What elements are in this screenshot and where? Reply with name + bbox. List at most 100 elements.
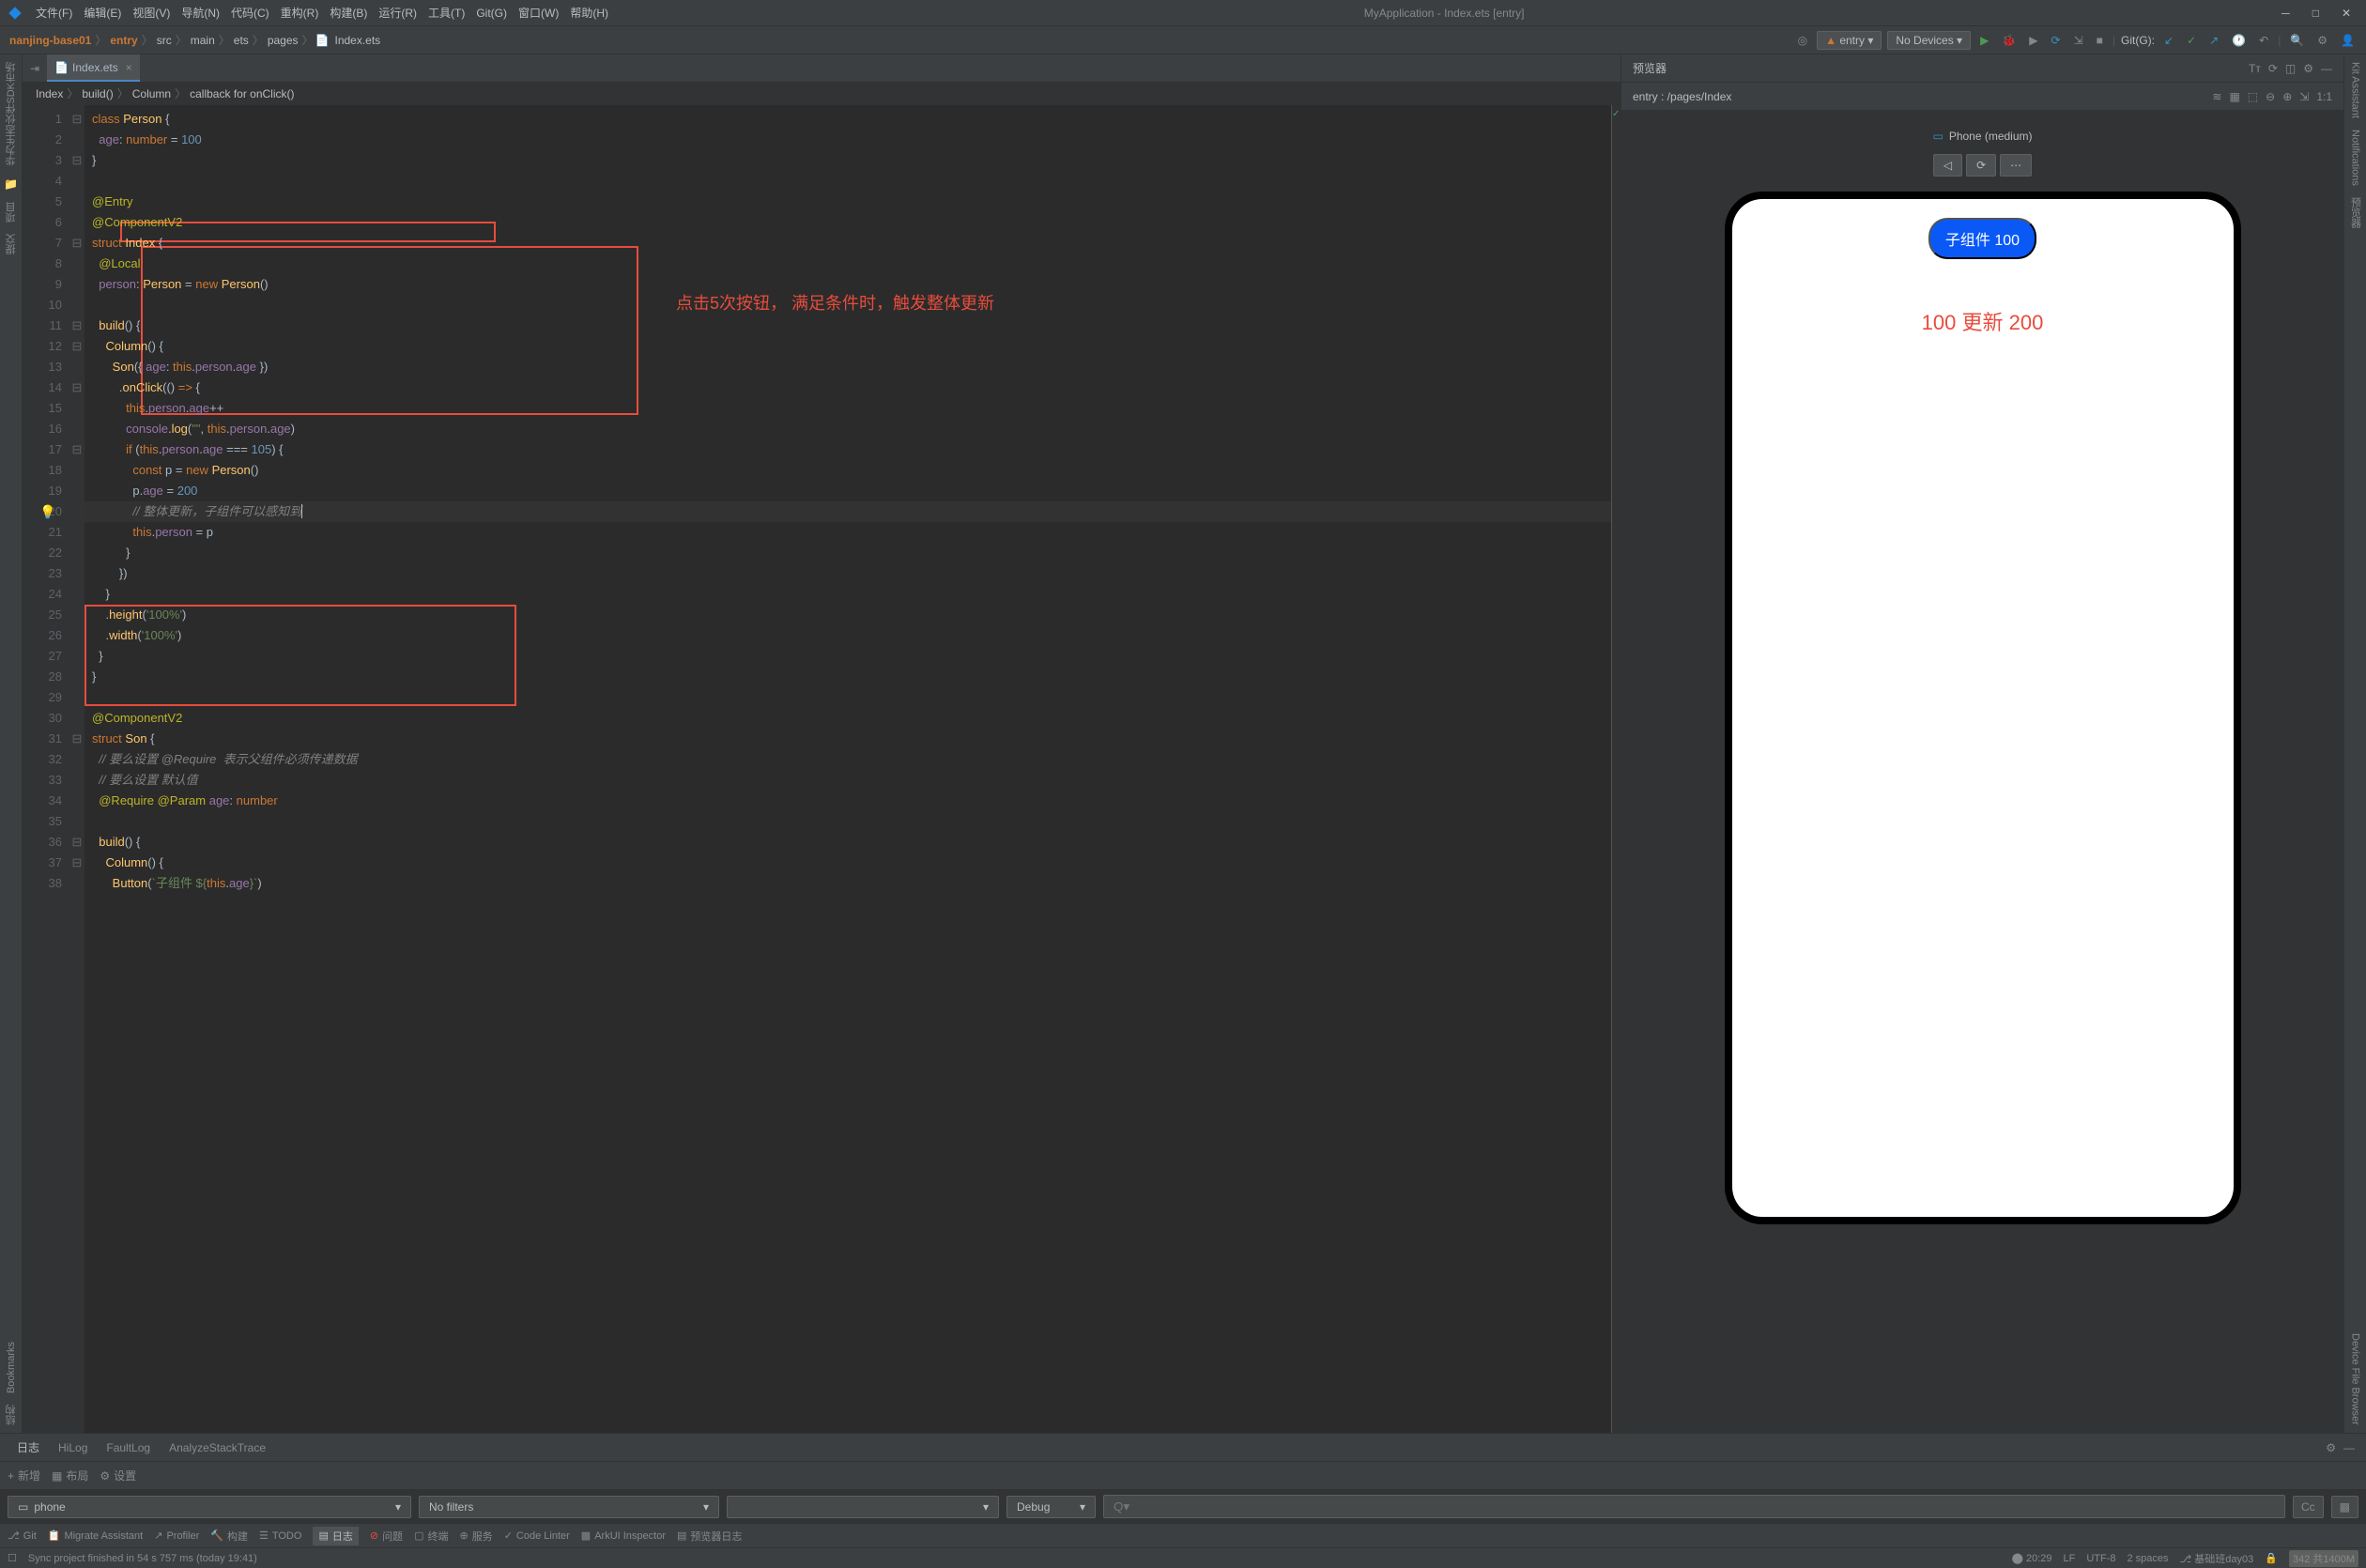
- sidebar-commit[interactable]: 提交: [4, 234, 19, 254]
- maximize-button[interactable]: □: [2305, 7, 2327, 20]
- crop-icon[interactable]: ⬚: [2248, 90, 2258, 103]
- level-dropdown-2[interactable]: ▾: [727, 1496, 999, 1518]
- footer-problems[interactable]: ⊘ 问题: [370, 1529, 403, 1544]
- status-lock-icon[interactable]: 🔒: [2265, 1552, 2278, 1564]
- search-icon[interactable]: 🔍: [2286, 30, 2308, 51]
- case-sensitive-button[interactable]: Cc: [2293, 1496, 2324, 1518]
- regex-button[interactable]: ▩: [2331, 1496, 2358, 1518]
- code-crumb-callback[interactable]: callback for onClick(): [188, 87, 296, 100]
- status-encoding[interactable]: UTF-8: [2086, 1553, 2115, 1564]
- zoom-in-icon[interactable]: ⊕: [2282, 90, 2292, 103]
- more-device-button[interactable]: ⋯: [2000, 154, 2032, 177]
- code-crumb-column[interactable]: Column: [131, 87, 173, 100]
- settings-icon[interactable]: ⚙: [2313, 30, 2331, 51]
- footer-log[interactable]: ▤ 日志: [313, 1527, 358, 1545]
- run-button[interactable]: ▶: [1976, 30, 1992, 51]
- device-filter-dropdown[interactable]: ▭ phone ▾: [8, 1496, 411, 1518]
- status-memory[interactable]: 342 共1400M: [2289, 1550, 2358, 1567]
- code-crumb-index[interactable]: Index: [34, 87, 65, 100]
- status-stripe[interactable]: ✓: [1611, 105, 1621, 1433]
- menu-tools[interactable]: 工具(T): [422, 5, 470, 21]
- footer-preview-log[interactable]: ▤ 预览器日志: [677, 1529, 742, 1544]
- menu-help[interactable]: 帮助(H): [564, 5, 614, 21]
- sidebar-sdk-market[interactable]: 华为生态伙伴SDK市场: [4, 62, 19, 166]
- status-branch[interactable]: ⎇ 基础班day03: [2180, 1551, 2254, 1566]
- fold-icon[interactable]: ⊟: [69, 109, 84, 130]
- inspector-icon[interactable]: ◫: [2285, 62, 2296, 75]
- footer-terminal[interactable]: ▢ 终端: [414, 1529, 448, 1544]
- sidebar-project-icon[interactable]: 📁: [4, 177, 18, 191]
- code-editor[interactable]: 1234567891011121314151617181920212223242…: [23, 105, 1621, 1433]
- breadcrumb-ets[interactable]: ets: [232, 34, 251, 47]
- close-button[interactable]: ✕: [2334, 7, 2358, 20]
- breadcrumb-project[interactable]: nanjing-base01: [8, 34, 93, 47]
- tool-layout[interactable]: ▦ 布局: [52, 1468, 88, 1483]
- menu-code[interactable]: 代码(C): [225, 5, 275, 21]
- settings-icon[interactable]: ⚙: [2322, 1437, 2340, 1458]
- status-spaces[interactable]: 2 spaces: [2128, 1553, 2169, 1564]
- tool-add[interactable]: + 新增: [8, 1468, 40, 1483]
- attach-button[interactable]: ⇲: [2070, 30, 2087, 51]
- menu-run[interactable]: 运行(R): [373, 5, 422, 21]
- text-tool-icon[interactable]: Tт: [2249, 62, 2261, 75]
- rotate-device-button[interactable]: ⟳: [1966, 154, 1996, 177]
- menu-build[interactable]: 构建(B): [324, 5, 373, 21]
- sidebar-device-browser[interactable]: Device File Browser: [2350, 1333, 2361, 1425]
- git-revert-icon[interactable]: ↶: [2255, 30, 2272, 51]
- sidebar-previewer[interactable]: 预览器: [2348, 197, 2363, 228]
- sidebar-structure[interactable]: 结构: [4, 1405, 19, 1425]
- settings-icon[interactable]: ⚙: [2303, 62, 2313, 75]
- breadcrumb-pages[interactable]: pages: [266, 34, 300, 47]
- footer-migrate[interactable]: 📋 Migrate Assistant: [48, 1530, 143, 1542]
- filter-dropdown[interactable]: No filters ▾: [419, 1496, 719, 1518]
- tab-index-ets[interactable]: 📄 Index.ets ×: [47, 54, 140, 82]
- git-commit-icon[interactable]: ✓: [2183, 30, 2200, 51]
- minimize-icon[interactable]: —: [2321, 62, 2332, 75]
- bottom-tab-faultlog[interactable]: FaultLog: [97, 1441, 160, 1454]
- menu-edit[interactable]: 编辑(E): [78, 5, 127, 21]
- rotate-icon[interactable]: ⟳: [2268, 62, 2278, 75]
- profile-button[interactable]: ⟳: [2048, 30, 2065, 51]
- menu-view[interactable]: 视图(V): [127, 5, 176, 21]
- avatar-icon[interactable]: 👤: [2337, 30, 2358, 51]
- footer-profiler[interactable]: ↗ Profiler: [154, 1530, 199, 1542]
- footer-build[interactable]: 🔨 构建: [210, 1529, 248, 1544]
- footer-todo[interactable]: ☰ TODO: [259, 1530, 301, 1542]
- sidebar-notifications[interactable]: Notifications: [2350, 130, 2361, 186]
- bottom-tab-hilog[interactable]: HiLog: [49, 1441, 97, 1454]
- bottom-tab-analyze[interactable]: AnalyzeStackTrace: [160, 1441, 275, 1454]
- grid-icon[interactable]: ▦: [2229, 90, 2239, 103]
- minimize-icon[interactable]: —: [2340, 1437, 2358, 1458]
- git-pull-icon[interactable]: ↙: [2160, 30, 2177, 51]
- minimize-button[interactable]: ─: [2274, 7, 2297, 20]
- breadcrumb-file[interactable]: Index.ets: [332, 34, 382, 47]
- breadcrumb-entry[interactable]: entry: [108, 34, 139, 47]
- target-icon[interactable]: ◎: [1794, 30, 1811, 51]
- back-button[interactable]: ◁: [1933, 154, 1962, 177]
- sidebar-project[interactable]: 项目: [4, 202, 19, 223]
- menu-git[interactable]: Git(G): [470, 7, 513, 20]
- stop-button[interactable]: ■: [2093, 30, 2107, 51]
- debug-button[interactable]: 🐞: [1998, 30, 2020, 51]
- tab-close-button[interactable]: ×: [126, 61, 132, 74]
- coverage-button[interactable]: ▶: [2025, 30, 2041, 51]
- git-history-icon[interactable]: 🕐: [2228, 30, 2250, 51]
- footer-codelinter[interactable]: ✓ Code Linter: [504, 1530, 570, 1542]
- tool-settings[interactable]: ⚙ 设置: [100, 1468, 136, 1483]
- devices-dropdown[interactable]: No Devices ▾: [1887, 31, 1971, 50]
- zoom-out-icon[interactable]: ⊖: [2266, 90, 2275, 103]
- menu-navigate[interactable]: 导航(N): [176, 5, 225, 21]
- code-lines[interactable]: 点击5次按钮， 满足条件时，触发整体更新 class Person { age:…: [84, 105, 1611, 1433]
- footer-services[interactable]: ⊕ 服务: [459, 1529, 492, 1544]
- menu-window[interactable]: 窗口(W): [513, 5, 564, 21]
- status-lf[interactable]: LF: [2063, 1553, 2075, 1564]
- menu-file[interactable]: 文件(F): [30, 5, 78, 21]
- footer-git[interactable]: ⎇ Git: [8, 1530, 37, 1542]
- bottom-tab-log[interactable]: 日志: [8, 1439, 49, 1455]
- layers-icon[interactable]: ≋: [2212, 90, 2221, 103]
- log-search-input[interactable]: [1103, 1495, 2285, 1518]
- phone-button-child[interactable]: 子组件 100: [1928, 218, 2036, 259]
- breadcrumb-main[interactable]: main: [189, 34, 217, 47]
- expand-sidebar-button[interactable]: ⇥: [23, 62, 47, 75]
- level-dropdown[interactable]: Debug ▾: [1006, 1496, 1096, 1518]
